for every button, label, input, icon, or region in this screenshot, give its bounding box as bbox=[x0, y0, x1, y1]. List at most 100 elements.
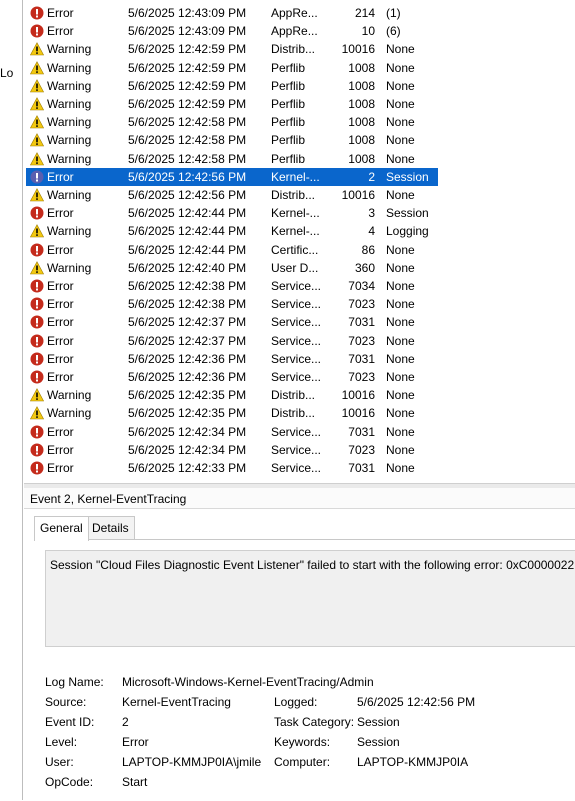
event-date: 5/6/2025 12:42:59 PM bbox=[128, 97, 247, 111]
event-source: Service... bbox=[271, 315, 322, 330]
event-date: 5/6/2025 12:42:37 PM bbox=[128, 315, 247, 330]
event-date: 5/6/2025 12:43:09 PM bbox=[128, 6, 247, 20]
event-level: Warning bbox=[47, 151, 92, 166]
event-task-category: None bbox=[386, 60, 415, 75]
event-task-category: None bbox=[386, 297, 415, 312]
warning-icon bbox=[29, 42, 45, 56]
event-level: Warning bbox=[47, 78, 92, 93]
event-row[interactable]: Error 5/6/2025 12:42:56 PM Kernel-... 2 Sess… bbox=[26, 167, 438, 186]
error-icon bbox=[30, 170, 44, 184]
event-row[interactable]: Warning 5/6/2025 12:42:58 PM Perflib 1008 No… bbox=[26, 131, 438, 149]
event-source: Distrib... bbox=[271, 388, 316, 403]
event-id: 1008 bbox=[348, 60, 375, 75]
event-source: User D... bbox=[271, 260, 319, 275]
event-source: Kernel-... bbox=[271, 206, 320, 221]
error-icon bbox=[30, 297, 44, 311]
event-date: 5/6/2025 12:42:33 PM bbox=[128, 461, 247, 475]
task-category-value: Session bbox=[357, 715, 400, 729]
event-date: 5/6/2025 12:42:38 PM bbox=[128, 297, 247, 312]
event-row[interactable]: Warning 5/6/2025 12:42:59 PM Perflib 1008 No… bbox=[26, 77, 438, 95]
error-icon bbox=[30, 425, 44, 439]
event-row[interactable]: Warning 5/6/2025 12:42:56 PM Distrib... 100… bbox=[26, 186, 438, 204]
warning-icon bbox=[29, 133, 45, 147]
event-source: Perflib bbox=[271, 60, 306, 75]
event-level: Warning bbox=[47, 42, 92, 57]
event-row[interactable]: Error 5/6/2025 12:42:44 PM Certific... 86 No… bbox=[26, 241, 438, 259]
error-icon bbox=[30, 370, 44, 384]
user-value: LAPTOP-KMMJP0IA\jmile bbox=[122, 755, 262, 769]
error-icon bbox=[30, 443, 44, 457]
event-row[interactable]: Error 5/6/2025 12:42:36 PM Service... 7023 N… bbox=[26, 368, 438, 386]
event-row[interactable]: Warning 5/6/2025 12:42:58 PM Perflib 1008 No… bbox=[26, 150, 438, 168]
event-row[interactable]: Error 5/6/2025 12:42:33 PM Service... 7031 N… bbox=[26, 459, 438, 477]
event-row[interactable]: Error 5/6/2025 12:42:34 PM Service... 7023 N… bbox=[26, 441, 438, 459]
event-row[interactable]: Error 5/6/2025 12:42:38 PM Service... 7023 N… bbox=[26, 295, 438, 313]
event-row[interactable]: Error 5/6/2025 12:42:38 PM Service... 7034 N… bbox=[26, 277, 438, 295]
task-category-label: Task Category: bbox=[274, 715, 355, 729]
event-task-category: Logging bbox=[386, 224, 429, 239]
event-task-category: None bbox=[386, 260, 415, 275]
event-level: Error bbox=[47, 206, 74, 221]
event-level: Warning bbox=[47, 224, 92, 239]
event-detail-title: Event 2, Kernel-EventTracing bbox=[30, 492, 187, 506]
event-date: 5/6/2025 12:42:37 PM bbox=[128, 333, 247, 348]
event-row[interactable]: Warning 5/6/2025 12:42:40 PM User D... 360 N… bbox=[26, 259, 438, 277]
event-list[interactable]: Error 5/6/2025 12:43:09 PM AppRe... 214 (1) E… bbox=[26, 0, 575, 483]
event-task-category: None bbox=[386, 42, 415, 57]
navigation-item-fragment[interactable]: Lo bbox=[0, 66, 13, 80]
event-date: 5/6/2025 12:42:56 PM bbox=[128, 169, 247, 184]
event-id: 4 bbox=[368, 224, 375, 239]
event-task-category: None bbox=[386, 388, 415, 403]
logged-value: 5/6/2025 12:42:56 PM bbox=[357, 695, 476, 709]
event-id: 10016 bbox=[341, 42, 375, 57]
event-row[interactable]: Error 5/6/2025 12:43:09 PM AppRe... 214 (1) bbox=[26, 4, 438, 22]
pane-divider bbox=[22, 0, 23, 800]
user-label: User: bbox=[45, 755, 74, 769]
event-source: AppRe... bbox=[271, 24, 318, 39]
event-id: 3 bbox=[368, 206, 375, 221]
event-task-category: None bbox=[386, 351, 415, 366]
event-row[interactable]: Error 5/6/2025 12:42:36 PM Service... 7031 N… bbox=[26, 350, 438, 368]
event-level: Error bbox=[47, 370, 74, 384]
event-task-category: None bbox=[386, 78, 415, 93]
event-source: Distrib... bbox=[271, 406, 316, 421]
event-date: 5/6/2025 12:42:59 PM bbox=[128, 42, 247, 57]
warning-icon bbox=[29, 188, 45, 202]
event-row[interactable]: Error 5/6/2025 12:42:37 PM Service... 7023 N… bbox=[26, 332, 438, 350]
tab-details[interactable]: Details bbox=[86, 516, 135, 539]
event-id: 214 bbox=[354, 6, 375, 20]
event-task-category: None bbox=[386, 424, 415, 439]
event-row[interactable]: Error 5/6/2025 12:42:37 PM Service... 7031 N… bbox=[26, 313, 438, 331]
event-date: 5/6/2025 12:42:36 PM bbox=[128, 351, 247, 366]
event-id: 7031 bbox=[348, 315, 375, 330]
event-row[interactable]: Error 5/6/2025 12:42:34 PM Service... 7031 N… bbox=[26, 423, 438, 441]
event-row[interactable]: Warning 5/6/2025 12:42:35 PM Distrib... 100… bbox=[26, 386, 438, 404]
event-row[interactable]: Error 5/6/2025 12:43:09 PM AppRe... 10 (6) bbox=[26, 22, 438, 40]
event-date: 5/6/2025 12:42:38 PM bbox=[128, 279, 247, 293]
event-row[interactable]: Error 5/6/2025 12:42:44 PM Kernel-... 3 Sess… bbox=[26, 204, 438, 222]
event-row[interactable]: Warning 5/6/2025 12:42:58 PM Perflib 1008 No… bbox=[26, 113, 438, 131]
event-row[interactable]: Warning 5/6/2025 12:42:35 PM Distrib... 100… bbox=[26, 404, 438, 422]
level-value: Error bbox=[122, 735, 149, 749]
event-id-label: Event ID: bbox=[45, 715, 95, 729]
event-row[interactable]: Warning 5/6/2025 12:42:59 PM Perflib 1008 No… bbox=[26, 95, 438, 113]
event-row[interactable]: Warning 5/6/2025 12:42:44 PM Kernel-... 4 Lo… bbox=[26, 222, 438, 240]
event-source: AppRe... bbox=[271, 6, 318, 20]
event-date: 5/6/2025 12:42:34 PM bbox=[128, 442, 247, 457]
event-id: 1008 bbox=[348, 97, 375, 111]
event-source: Perflib bbox=[271, 115, 306, 130]
event-task-category: (1) bbox=[386, 6, 401, 20]
tab-general[interactable]: General bbox=[34, 516, 89, 541]
event-row[interactable]: Warning 5/6/2025 12:42:59 PM Perflib 1008 No… bbox=[26, 59, 438, 77]
event-task-category: None bbox=[386, 315, 415, 330]
event-date: 5/6/2025 12:42:40 PM bbox=[128, 260, 247, 275]
warning-icon bbox=[29, 78, 45, 93]
event-row[interactable]: Warning 5/6/2025 12:42:59 PM Distrib... 100… bbox=[26, 40, 438, 58]
event-id: 7023 bbox=[348, 333, 375, 348]
event-task-category: None bbox=[386, 242, 415, 257]
event-source: Service... bbox=[271, 461, 322, 475]
event-task-category: None bbox=[386, 133, 415, 148]
event-message-box[interactable]: Session "Cloud Files Diagnostic Event Li… bbox=[45, 550, 575, 647]
log-name-label: Log Name: bbox=[45, 675, 104, 689]
event-task-category: None bbox=[386, 406, 415, 421]
